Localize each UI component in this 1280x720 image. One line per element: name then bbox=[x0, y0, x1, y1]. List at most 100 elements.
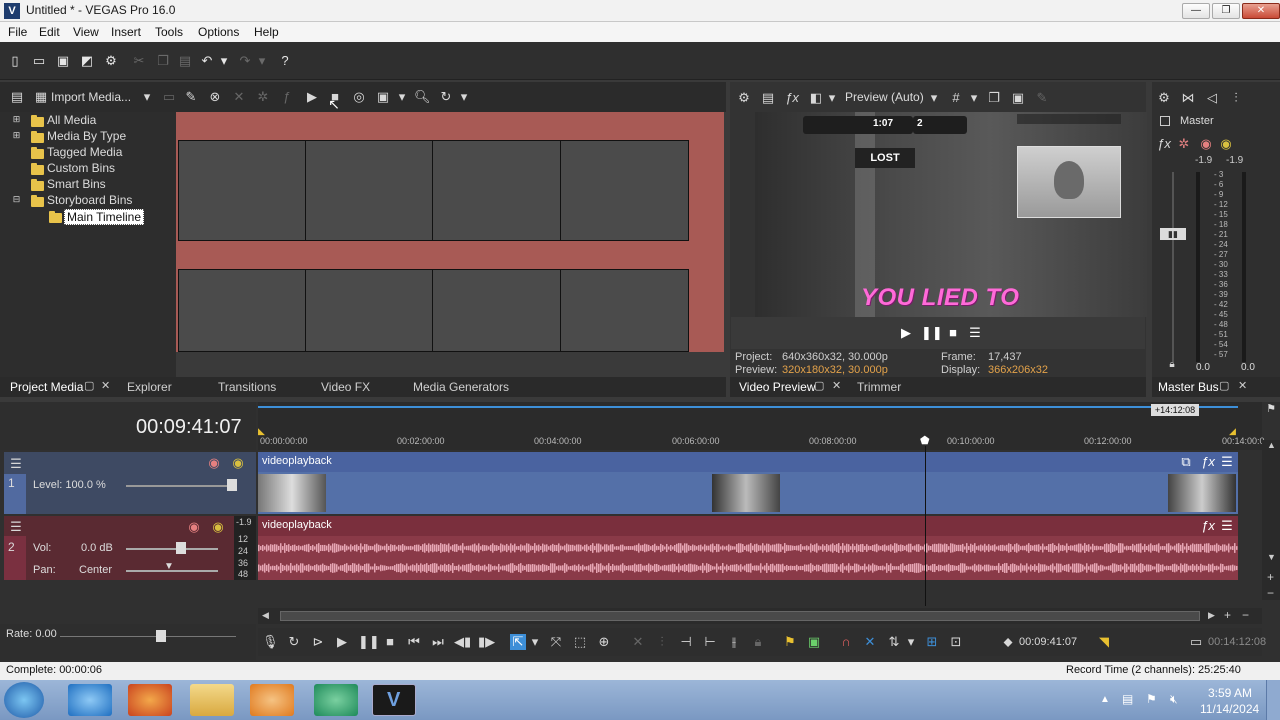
zoom-icon[interactable]: 🔍︎ bbox=[414, 89, 431, 105]
play-icon[interactable]: ▶ bbox=[334, 634, 350, 650]
import-dropdown-icon[interactable]: ▾ bbox=[141, 89, 153, 105]
settings-gear-icon[interactable]: ⚙ bbox=[103, 53, 119, 69]
start-button[interactable] bbox=[4, 682, 44, 718]
delete-media-icon[interactable]: ✕ bbox=[231, 89, 247, 105]
rate-slider-handle[interactable] bbox=[156, 630, 166, 642]
media-fx-plugin-icon[interactable]: ƒ bbox=[279, 89, 295, 105]
go-to-start-icon[interactable]: ⏮︎ bbox=[406, 634, 422, 650]
camtasia-icon[interactable] bbox=[314, 684, 358, 716]
storyboard-slot[interactable] bbox=[560, 269, 689, 352]
previous-frame-icon[interactable]: ◀▮ bbox=[454, 634, 471, 650]
firefox-icon[interactable] bbox=[128, 684, 172, 716]
media-player-icon[interactable] bbox=[250, 684, 294, 716]
menu-tools[interactable]: Tools bbox=[155, 25, 183, 39]
split-icon[interactable]: ⫲ bbox=[726, 634, 742, 650]
hscroll-thumb[interactable] bbox=[280, 611, 1200, 621]
video-solo-icon[interactable]: ◉ bbox=[230, 455, 246, 471]
vol-slider-track[interactable] bbox=[126, 548, 218, 550]
sync-icon[interactable]: ↻ bbox=[438, 89, 454, 105]
audio-track-header[interactable]: ☰ 2 ◉ ◉ Vol: 0.0 dB Pan: Center ▼ -1.9 1… bbox=[4, 516, 256, 580]
preview-pause-icon[interactable]: ❚❚ bbox=[921, 325, 943, 341]
event-fx-icon[interactable]: ƒx bbox=[1200, 454, 1216, 470]
master-fx-icon[interactable]: ƒx bbox=[1156, 136, 1172, 152]
tab-close-icon[interactable]: ✕ bbox=[832, 379, 841, 392]
view-dropdown-icon[interactable]: ▾ bbox=[396, 89, 408, 105]
audio-solo-icon[interactable]: ◉ bbox=[210, 519, 226, 535]
open-folder-icon[interactable]: ▭ bbox=[31, 53, 47, 69]
zoom-out-icon[interactable]: − bbox=[1242, 608, 1249, 622]
master-automation-icon[interactable]: ◉ bbox=[1198, 136, 1214, 152]
storyboard-slot[interactable] bbox=[432, 140, 561, 241]
tray-network-icon[interactable]: ▤ bbox=[1122, 692, 1133, 706]
preview-device-icon[interactable]: ▤ bbox=[760, 90, 776, 106]
play-preview-icon[interactable]: ▶ bbox=[304, 89, 320, 105]
master-fader-handle[interactable]: ▮▮ bbox=[1160, 228, 1186, 240]
tree-item-main-timeline[interactable]: Main Timeline bbox=[64, 209, 145, 225]
zoom-in-icon[interactable]: + bbox=[1224, 608, 1231, 622]
track-menu-icon[interactable]: ☰ bbox=[8, 519, 24, 535]
overlays-dropdown-icon[interactable]: ▾ bbox=[968, 90, 980, 106]
split-screen-icon[interactable]: ◧ bbox=[808, 90, 824, 106]
record-icon[interactable]: 🎙︎ bbox=[262, 634, 279, 650]
tray-volume-icon[interactable]: 🔇︎ bbox=[1170, 692, 1178, 707]
tab-close-icon[interactable]: ✕ bbox=[101, 379, 110, 392]
play-from-start-icon[interactable]: ⊳ bbox=[310, 634, 326, 650]
media-fx-icon[interactable]: ✲ bbox=[255, 89, 271, 105]
clock-time[interactable]: 3:59 AM bbox=[1208, 686, 1252, 700]
minimize-button[interactable]: — bbox=[1182, 3, 1210, 19]
preview-quality-select[interactable]: Preview (Auto) bbox=[845, 90, 924, 104]
ripple-dropdown-icon[interactable]: ▾ bbox=[906, 634, 916, 650]
tray-flag-icon[interactable]: ⚑ bbox=[1146, 692, 1157, 706]
master-settings-icon[interactable]: ⚙ bbox=[1156, 90, 1172, 106]
master-solo-icon[interactable]: ◉ bbox=[1218, 136, 1234, 152]
tab-project-media[interactable]: Project Media bbox=[10, 380, 83, 394]
menu-file[interactable]: File bbox=[8, 25, 27, 39]
preview-play-icon[interactable]: ▶ bbox=[898, 325, 914, 341]
audio-clip[interactable]: videoplayback ƒx ☰ bbox=[258, 516, 1238, 580]
tree-item-custom-bins[interactable]: Custom Bins bbox=[47, 161, 115, 175]
menu-edit[interactable]: Edit bbox=[39, 25, 60, 39]
menu-view[interactable]: View bbox=[73, 25, 99, 39]
tab-video-fx[interactable]: Video FX bbox=[321, 380, 370, 394]
timeline-vscroll[interactable]: ▲ ▼ + − bbox=[1262, 440, 1280, 600]
go-to-end-icon[interactable]: ⏭︎ bbox=[430, 634, 446, 650]
tab-media-generators[interactable]: Media Generators bbox=[413, 380, 509, 394]
loop-playback-icon[interactable]: ↻ bbox=[286, 634, 302, 650]
track-menu-icon[interactable]: ☰ bbox=[8, 456, 24, 472]
clock-date[interactable]: 11/14/2024 bbox=[1200, 702, 1259, 716]
tab-transitions[interactable]: Transitions bbox=[218, 380, 276, 394]
expand-icon[interactable]: ⊞ bbox=[12, 131, 21, 140]
storyboard-slot[interactable] bbox=[305, 140, 433, 241]
overlays-grid-icon[interactable]: # bbox=[948, 90, 964, 106]
collapse-icon[interactable]: ⊟ bbox=[12, 195, 21, 204]
tab-close-icon[interactable]: ✕ bbox=[1238, 379, 1247, 392]
cut-icon[interactable]: ✂ bbox=[131, 53, 147, 69]
playhead-marker-icon[interactable]: ⬟ bbox=[920, 434, 932, 447]
storyboard-slot[interactable] bbox=[178, 140, 306, 241]
menu-help[interactable]: Help bbox=[254, 25, 279, 39]
media-views-icon[interactable]: ▤ bbox=[9, 89, 25, 105]
new-file-icon[interactable]: ▯ bbox=[7, 53, 23, 69]
save-snapshot-icon[interactable]: ▣ bbox=[1010, 90, 1026, 106]
tab-trimmer[interactable]: Trimmer bbox=[857, 380, 901, 394]
zoom-vertical-minus-icon[interactable]: − bbox=[1267, 586, 1274, 600]
save-icon[interactable]: ▣ bbox=[55, 53, 71, 69]
preview-menu-icon[interactable]: ☰ bbox=[967, 325, 983, 341]
timeline-hscroll[interactable]: ◀ ▶ + − bbox=[258, 608, 1262, 624]
preview-stop-icon[interactable]: ■ bbox=[945, 325, 961, 341]
remove-unused-media-icon[interactable]: ⊗ bbox=[207, 89, 223, 105]
scroll-up-icon[interactable]: ▲ bbox=[1267, 440, 1276, 450]
split-dropdown-icon[interactable]: ▾ bbox=[826, 90, 838, 106]
lock-envelopes-icon[interactable]: ⊞ bbox=[924, 634, 940, 650]
selection-tool-icon[interactable]: ⬚ bbox=[572, 634, 588, 650]
loop-region-bar[interactable] bbox=[258, 406, 1238, 408]
master-mute-icon[interactable]: ✲ bbox=[1176, 136, 1192, 152]
menu-options[interactable]: Options bbox=[198, 25, 239, 39]
storyboard-slot[interactable] bbox=[560, 140, 689, 241]
tab-float-icon[interactable]: ▢ bbox=[1219, 379, 1229, 392]
vol-slider-handle[interactable] bbox=[176, 542, 186, 554]
import-media-icon[interactable]: ▦ bbox=[33, 89, 49, 105]
trim-end-icon[interactable]: ⊢ bbox=[702, 634, 718, 650]
lock-icon[interactable]: 🔒︎ bbox=[1164, 357, 1180, 373]
tab-video-preview[interactable]: Video Preview bbox=[739, 380, 816, 394]
